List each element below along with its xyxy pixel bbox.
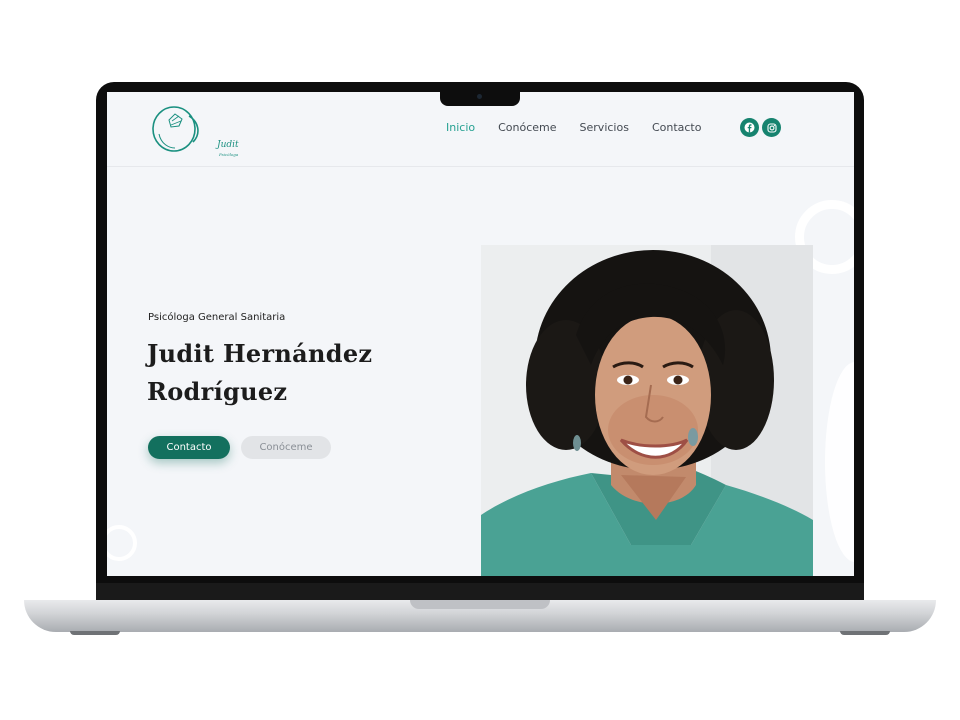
laptop-foot [70,631,120,635]
decorative-swoosh [825,362,854,562]
logo[interactable]: Judit Psicóloga [149,104,239,157]
hero-title-line: Judit Hernández [147,339,373,368]
portrait-image [481,245,813,576]
social-links [740,118,781,137]
hero-subtitle: Psicóloga General Sanitaria [148,312,286,323]
instagram-button[interactable] [762,118,781,137]
nav-link-conoceme[interactable]: Conóceme [498,121,556,134]
nav-link-servicios[interactable]: Servicios [580,121,629,134]
nav-link-contacto[interactable]: Contacto [652,121,702,134]
camera-icon [477,94,482,99]
laptop-foot [840,631,890,635]
instagram-icon [766,122,777,133]
logo-subtitle: Psicóloga [219,152,239,157]
nav-link-inicio[interactable]: Inicio [446,121,475,134]
logo-name: Judit [217,140,239,150]
about-button[interactable]: Conóceme [241,436,331,459]
portrait-photo [481,245,813,576]
facebook-icon [744,122,755,133]
main-nav: Inicio Conóceme Servicios Contacto [446,121,701,134]
hero-title: Judit Hernández Rodríguez [147,335,437,411]
hero-title-line: Rodríguez [147,377,288,406]
logo-icon [152,106,199,152]
website-screen: Judit Psicóloga Inicio Conóceme Servicio… [107,92,854,576]
laptop-base-notch [410,600,550,609]
contact-button[interactable]: Contacto [148,436,230,459]
laptop-chin [96,583,864,601]
decorative-circle [107,525,137,561]
facebook-button[interactable] [740,118,759,137]
